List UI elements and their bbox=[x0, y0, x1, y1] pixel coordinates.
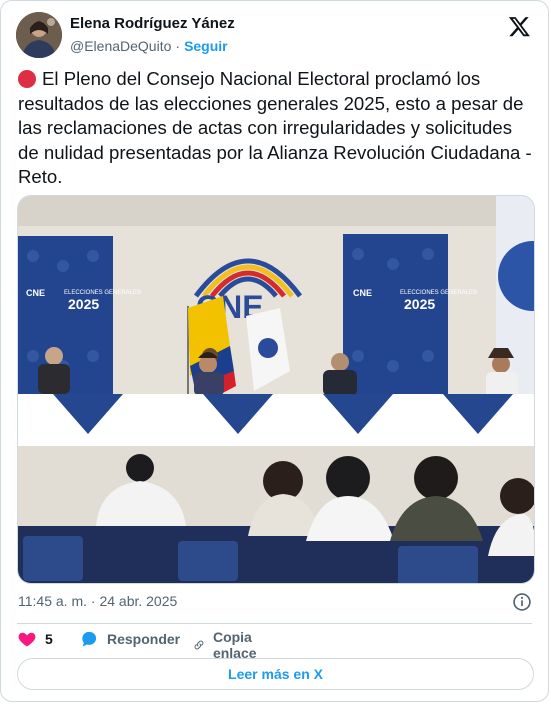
link-icon bbox=[194, 640, 204, 650]
divider bbox=[17, 623, 532, 624]
reply-label: Responder bbox=[107, 631, 181, 647]
author-name[interactable]: Elena Rodríguez Yánez bbox=[70, 15, 235, 32]
read-more-button[interactable]: Leer más en X bbox=[17, 658, 534, 690]
tweet-header: Elena Rodríguez Yánez @ElenaDeQuito · Segu… bbox=[16, 11, 533, 59]
like-button[interactable]: 5 bbox=[17, 629, 53, 649]
svg-text:2025: 2025 bbox=[404, 296, 435, 312]
x-logo-icon[interactable] bbox=[508, 15, 531, 38]
tweet-photo[interactable]: CNE ELECCIONES GENERALES 2025 CNE ELECCI… bbox=[17, 195, 535, 584]
tweet-text: El Pleno del Consejo Nacional Electoral … bbox=[18, 67, 536, 190]
info-icon[interactable] bbox=[512, 592, 532, 612]
avatar[interactable] bbox=[16, 12, 62, 58]
svg-text:CNE: CNE bbox=[26, 288, 45, 298]
follow-button[interactable]: Seguir bbox=[184, 38, 228, 54]
like-count: 5 bbox=[45, 631, 53, 647]
red-circle-icon bbox=[18, 70, 36, 88]
separator-dot: · bbox=[175, 38, 181, 54]
copy-link-label: Copia enlace bbox=[212, 629, 257, 661]
copy-link-button[interactable]: Copia enlace bbox=[193, 629, 265, 661]
tweet-body: El Pleno del Consejo Nacional Electoral … bbox=[18, 68, 532, 187]
reply-bubble-icon bbox=[82, 631, 97, 647]
author-handle[interactable]: @ElenaDeQuito bbox=[70, 38, 171, 54]
tweet-timestamp[interactable]: 11:45 a. m. · 24 abr. 2025 bbox=[18, 593, 177, 609]
heart-icon bbox=[18, 632, 36, 647]
handle-row: @ElenaDeQuito · Seguir bbox=[70, 38, 228, 54]
svg-text:2025: 2025 bbox=[68, 296, 99, 312]
tweet-card: Elena Rodríguez Yánez @ElenaDeQuito · Segu… bbox=[0, 0, 549, 702]
reply-button[interactable]: Responder bbox=[79, 629, 180, 649]
svg-text:CNE: CNE bbox=[353, 288, 372, 298]
